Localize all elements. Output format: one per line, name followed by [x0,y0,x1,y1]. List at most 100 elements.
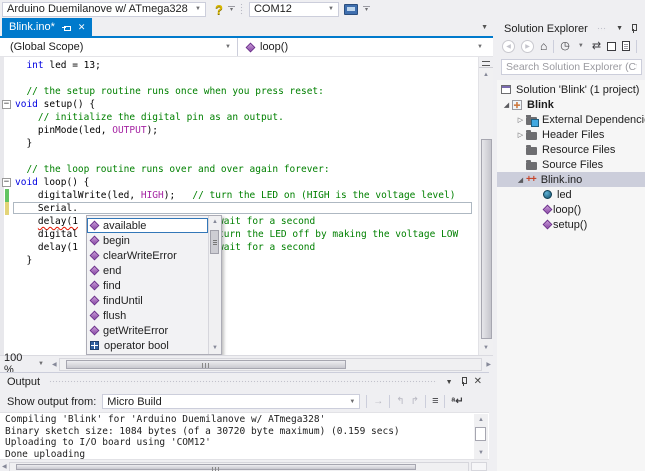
scroll-right-icon[interactable]: ▶ [484,361,493,368]
panel-grip[interactable] [49,380,437,384]
panel-grip[interactable] [597,27,607,31]
code-editor[interactable]: int led = 13; // the setup routine runs … [0,57,493,355]
scrollbar-track[interactable] [9,462,469,471]
pin-icon[interactable] [459,377,468,387]
code-line[interactable] [0,150,478,163]
board-select[interactable]: Arduino Duemilanove w/ ATmega328 ▼ [2,2,206,17]
output-text[interactable]: Compiling 'Blink' for 'Arduino Duemilano… [0,412,489,460]
window-menu-chevron-icon[interactable]: ▼ [446,379,453,386]
code-line[interactable]: } [0,254,478,267]
intellisense-item[interactable]: findUntil [87,293,208,308]
scrollbar-thumb[interactable] [16,464,416,470]
intellisense-item[interactable]: flush [87,308,208,323]
code-line[interactable]: −void loop() { [0,176,478,189]
scroll-up-icon[interactable]: ▲ [479,69,493,81]
code-line[interactable]: delay(1wait for a second [0,215,478,228]
chevron-down-icon[interactable]: ▼ [576,43,586,49]
code-line[interactable]: Serial. [0,202,478,215]
collapse-region-icon[interactable]: − [2,178,11,187]
back-icon[interactable]: ◀ [502,40,515,53]
intellisense-item[interactable]: find [87,278,208,293]
scroll-left-icon[interactable]: ◀ [0,463,9,470]
scroll-down-icon[interactable]: ▼ [209,343,221,353]
word-wrap-icon[interactable]: ᵃ↵ [451,396,463,407]
tree-item-source-files[interactable]: Source Files [497,157,645,172]
code-line[interactable]: int led = 13; [0,59,478,72]
tree-item-header-files[interactable]: ▷Header Files [497,127,645,142]
method-icon [90,311,100,321]
help-icon[interactable]: ? [215,2,223,17]
code-line[interactable]: // initialize the digital pin as an outp… [0,111,478,124]
tree-item-solution-blink-1-project[interactable]: Solution 'Blink' (1 project) [497,82,645,97]
pin-icon[interactable] [629,24,638,34]
forward-icon[interactable]: ▶ [521,40,534,53]
expander-icon[interactable]: ▷ [515,116,526,124]
intellisense-item[interactable]: available [87,218,208,233]
expander-icon[interactable]: ◢ [515,176,526,184]
tree-item-blink[interactable]: ◢✛Blink [497,97,645,112]
scroll-up-icon[interactable]: ▲ [209,217,221,227]
pin-icon[interactable] [62,23,71,32]
next-message-icon[interactable]: ↱ [411,397,419,407]
window-menu-chevron-icon[interactable]: ▼ [616,25,623,32]
intellisense-item[interactable]: getWriteError [87,323,208,338]
close-icon[interactable]: ✕ [78,23,86,32]
code-line[interactable] [0,72,478,85]
scrollbar-thumb[interactable] [481,139,492,339]
code-line[interactable]: // the loop routine runs over and over a… [0,163,478,176]
document-list-chevron-icon[interactable]: ▼ [481,24,488,31]
search-input[interactable] [501,59,642,75]
intellisense-item[interactable]: operator bool [87,338,208,353]
collapse-region-icon[interactable]: − [2,100,11,109]
goto-message-icon[interactable]: → [373,397,383,407]
scope-dropdown[interactable]: (Global Scope) ▼ [0,38,238,56]
tree-item-setup[interactable]: setup() [497,217,645,232]
scroll-up-icon[interactable]: ▲ [474,414,488,426]
serial-monitor-icon[interactable] [344,4,358,15]
expander-icon[interactable]: ▷ [515,131,526,139]
intellisense-item[interactable]: begin [87,233,208,248]
output-source-select[interactable]: Micro Build ▼ [102,394,360,409]
previous-message-icon[interactable]: ↰ [396,397,404,407]
collapse-all-icon[interactable] [607,42,616,51]
tree-item-resource-files[interactable]: Resource Files [497,142,645,157]
scrollbar-thumb[interactable] [210,230,219,254]
tree-item-external-dependencies[interactable]: ▷External Dependencies [497,112,645,127]
editor-vertical-scrollbar[interactable]: ▲ ▼ [478,57,493,355]
output-vertical-scrollbar[interactable]: ▲ ▼ [474,414,488,459]
tree-item-led[interactable]: led [497,187,645,202]
scrollbar-thumb[interactable] [66,360,346,369]
scroll-left-icon[interactable]: ◀ [50,361,59,368]
scrollbar-thumb[interactable] [475,427,486,441]
home-icon[interactable]: ⌂ [540,40,547,52]
code-line[interactable]: // the setup routine runs once when you … [0,85,478,98]
code-line[interactable]: delay(1wait for a second [0,241,478,254]
expander-icon[interactable]: ◢ [501,101,512,109]
intellisense-item[interactable]: end [87,263,208,278]
pending-changes-filter-icon[interactable]: ◷ [560,41,570,52]
toolbar-overflow-icon[interactable]: ▾ [363,6,370,12]
clear-all-icon[interactable]: ≡ [432,396,438,407]
output-horizontal-scrollbar[interactable]: ◀ [0,461,489,471]
show-all-files-icon[interactable] [622,41,630,51]
member-dropdown[interactable]: loop() ▼ [238,38,493,56]
editor-horizontal-scrollbar[interactable] [59,358,483,371]
code-line[interactable]: digitalWrite(led, HIGH); // turn the LED… [0,189,478,202]
toolbar-overflow-icon[interactable]: ▾ [228,6,235,12]
port-select[interactable]: COM12 ▼ [249,2,339,17]
code-line[interactable]: pinMode(led, OUTPUT); [0,124,478,137]
splitter-handle[interactable] [479,57,493,68]
tree-item-blink-ino[interactable]: ◢++Blink.ino [497,172,645,187]
intellisense-scrollbar[interactable]: ▲ ▼ [208,216,221,354]
tree-item-loop[interactable]: loop() [497,202,645,217]
code-line[interactable]: −void setup() { [0,98,478,111]
tab-blink-ino[interactable]: Blink.ino* ✕ [2,18,92,36]
intellisense-item[interactable]: clearWriteError [87,248,208,263]
close-icon[interactable]: ✕ [474,377,482,387]
code-line[interactable]: digitalturn the LED off by making the vo… [0,228,478,241]
scroll-down-icon[interactable]: ▼ [474,447,488,459]
method-icon [543,220,553,230]
scroll-down-icon[interactable]: ▼ [479,342,493,354]
sync-with-active-document-icon[interactable]: ⇄ [592,41,601,52]
code-line[interactable]: } [0,137,478,150]
